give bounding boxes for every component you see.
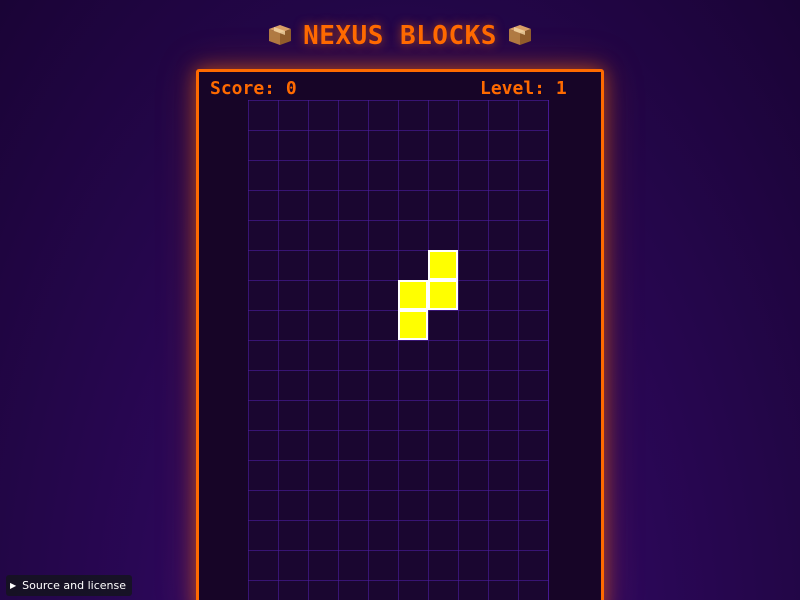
game-board[interactable] [248,100,549,600]
package-box-icon [269,25,292,45]
game-title: NEXUS BLOCKS [0,18,800,54]
level-display: Level: 1 [480,78,567,99]
piece-block [428,250,458,280]
game-frame: Score: 0 Level: 1 [196,69,604,600]
package-box-icon [508,25,531,45]
source-license-toggle[interactable]: ▶ Source and license [6,575,133,596]
title-text: NEXUS BLOCKS [303,21,497,51]
triangle-right-icon: ▶ [10,581,17,590]
piece-block [428,280,458,310]
score-display: Score: 0 [210,78,297,99]
piece-block [398,280,428,310]
piece-block [398,310,428,340]
source-license-label: Source and license [22,579,127,592]
